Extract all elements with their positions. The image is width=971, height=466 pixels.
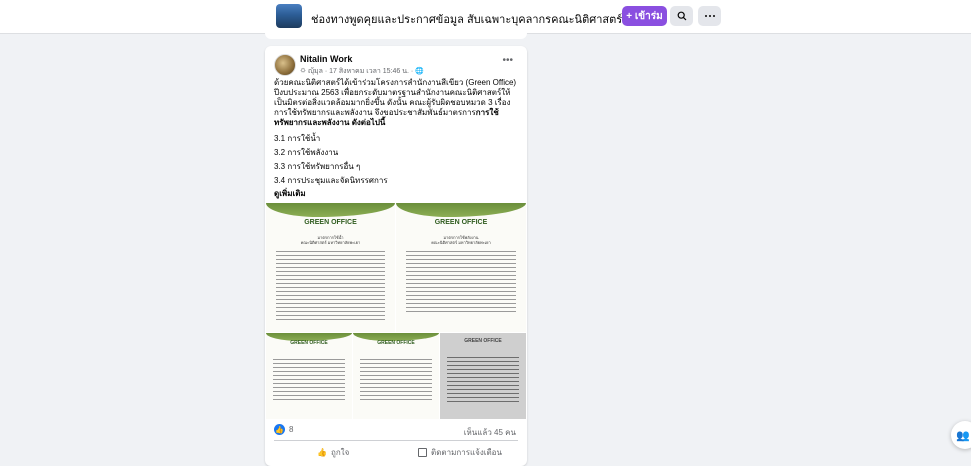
group-header-bar: ช่องทางพูดคุยและประกาศข้อมูล สับเฉพาะบุค… xyxy=(0,0,971,34)
checkbox-icon xyxy=(418,448,427,457)
list-item: 3.1 การใช้น้ำ xyxy=(274,134,321,143)
like-reaction-icon: 👍 xyxy=(274,424,285,435)
search-button[interactable] xyxy=(670,6,693,26)
green-office-logo: GREEN OFFICE xyxy=(290,340,328,346)
post-image-meeting-measures[interactable]: GREEN OFFICE xyxy=(353,333,439,419)
post-image-more-overlay[interactable]: GREEN OFFICE xyxy=(440,333,526,419)
reaction-count: 8 xyxy=(289,425,294,434)
doc-subheading: คณะนิติศาสตร์ มหาวิทยาลัยพะเยา xyxy=(431,240,491,245)
group-cover-thumbnail[interactable] xyxy=(276,4,302,28)
post-author[interactable]: Nitalin Work xyxy=(300,54,352,64)
post-body: ด้วยคณะนิติศาสตร์ได้เข้าร่วมโครงการสำนัก… xyxy=(274,78,522,128)
list-item: 3.4 การประชุมและจัดนิทรรศการ xyxy=(274,176,388,185)
action-divider xyxy=(274,440,518,441)
post-options-icon[interactable]: ••• xyxy=(502,55,513,66)
post-image-water-measures[interactable]: GREEN OFFICE มาตรการใช้น้ำ คณะนิติศาสตร์… xyxy=(266,203,395,332)
like-button[interactable]: 👍 ถูกใจ xyxy=(317,446,349,459)
post-meta[interactable]: 🌣 ญุ้มุล · 17 สิงหาคม เวลา 15:46 น. · 🌐 xyxy=(300,66,424,78)
group-title[interactable]: ช่องทางพูดคุยและประกาศข้อมูล สับเฉพาะบุค… xyxy=(311,10,662,28)
people-icon: 👥 xyxy=(956,429,970,442)
author-avatar[interactable] xyxy=(274,54,296,76)
follow-notifications-button[interactable]: ติดตามการแจ้งเตือน xyxy=(418,446,502,459)
more-horizontal-icon xyxy=(704,15,715,17)
like-label: ถูกใจ xyxy=(330,448,350,457)
join-group-button[interactable]: + เข้าร่ม xyxy=(622,6,667,26)
green-office-logo: GREEN OFFICE xyxy=(434,219,488,226)
search-icon xyxy=(677,11,686,21)
green-office-logo: GREEN OFFICE xyxy=(464,338,502,344)
post-card: Nitalin Work 🌣 ญุ้มุล · 17 สิงหาคม เวลา … xyxy=(265,46,527,466)
thumbs-up-icon: 👍 xyxy=(317,448,327,457)
list-item: 3.2 การใช้พลังงาน xyxy=(274,148,339,157)
doc-subheading: คณะนิติศาสตร์ มหาวิทยาลัยพะเยา xyxy=(300,240,361,245)
post-image-energy-measures[interactable]: GREEN OFFICE มาตรการใช้พลังงาน คณะนิติศา… xyxy=(396,203,526,332)
reaction-summary[interactable]: 👍 8 xyxy=(274,424,293,435)
seen-by-count[interactable]: เห็นแล้ว 45 คน xyxy=(464,426,516,439)
previous-post-card-edge xyxy=(265,33,527,39)
follow-label: ติดตามการแจ้งเตือน xyxy=(431,448,502,457)
contacts-fab[interactable]: 👥 xyxy=(951,421,971,449)
green-office-logo: GREEN OFFICE xyxy=(377,340,415,346)
green-office-logo: GREEN OFFICE xyxy=(304,219,357,226)
list-item: 3.3 การใช้ทรัพยากรอื่น ๆ xyxy=(274,162,361,171)
more-options-button[interactable] xyxy=(698,6,721,26)
see-more-link[interactable]: ดูเพิ่มเติม xyxy=(274,187,306,200)
post-image-resource-measures[interactable]: GREEN OFFICE xyxy=(266,333,352,419)
